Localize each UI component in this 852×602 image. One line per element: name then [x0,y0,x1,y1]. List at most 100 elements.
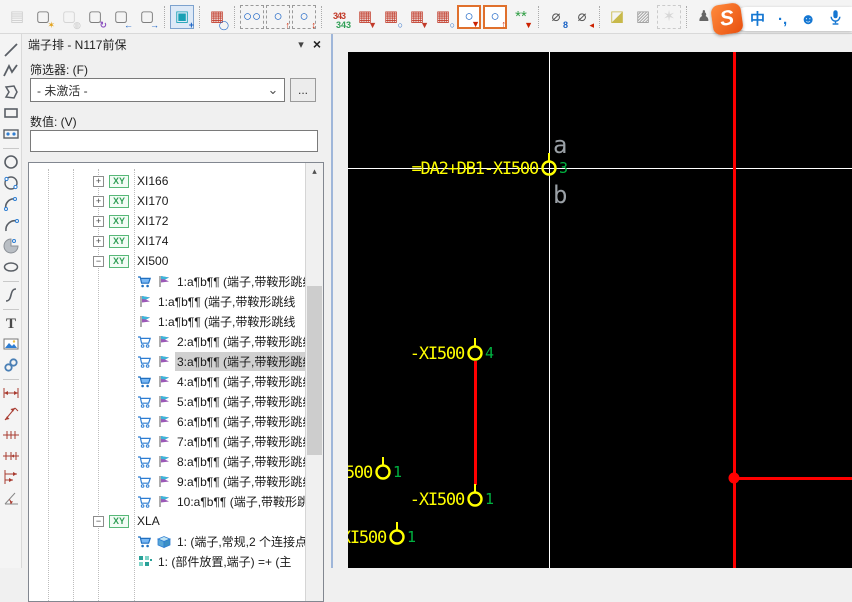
cart-icon [137,454,153,469]
tree-item[interactable]: 1:a¶b¶¶ (端子,带鞍形跳线 [29,291,306,311]
draw-sector-icon[interactable] [1,236,21,256]
filter-table-red-icon-badge: ▼ [368,21,377,30]
filter-dropdown[interactable]: - 未激活 - ⌄ [30,78,285,102]
schematic-canvas[interactable]: =DA2+DB1-XI5003ab-XI5004-XI5001-XI5001-X… [348,52,852,568]
ime-mic-icon[interactable] [829,9,842,29]
collapse-toggle-icon[interactable]: − [93,516,104,527]
tree-group-XLA[interactable]: −XYXLA [29,511,306,531]
tree-group-XI174[interactable]: +XYXI174 [29,231,306,251]
draw-dim-aligned-icon[interactable] [1,404,21,424]
draw-line-icon[interactable] [1,40,21,60]
collapse-toggle-icon[interactable]: − [93,256,104,267]
draw-text-icon[interactable]: T [1,313,21,333]
draw-rectangle-icon[interactable] [1,103,21,123]
draw-arc-icon[interactable] [1,215,21,235]
jumper-filter-icon-badge: ▼ [524,21,533,30]
terminal-funnel-toggle-icon[interactable]: ○▼ [457,5,481,29]
draw-image-icon[interactable] [1,334,21,354]
tree-item[interactable]: 4:a¶b¶¶ (端子,带鞍形跳线 [29,371,306,391]
corner-fill-icon[interactable]: ◪ [605,5,629,29]
tree-item[interactable]: 1:a¶b¶¶ (端子,带鞍形跳线 [29,311,306,331]
filter-table-blue-icon[interactable]: ▦○ [431,5,455,29]
page-back-icon[interactable]: ▢← [109,5,133,29]
filter-browse-button[interactable]: ... [290,78,316,102]
tree-group-XI172[interactable]: +XYXI172 [29,211,306,231]
copy-pages-icon[interactable]: ▤ [5,5,29,29]
tree-item[interactable]: 7:a¶b¶¶ (端子,带鞍形跳线 [29,431,306,451]
terminal-strip-icon: XY [109,195,129,208]
tree-group-XI500[interactable]: −XYXI500 [29,251,306,271]
value-input[interactable] [30,130,318,152]
tree-item[interactable]: 3:a¶b¶¶ (端子,带鞍形跳线 [29,351,306,371]
ime-mode-toggle[interactable]: 中 [750,12,765,27]
ime-punct-toggle[interactable]: ·, [778,12,787,27]
draw-dim-baseline-icon[interactable] [1,467,21,487]
tree-item[interactable]: 5:a¶b¶¶ (端子,带鞍形跳线 [29,391,306,411]
new-page-icon[interactable]: ▢✶ [31,5,55,29]
scroll-up-icon[interactable]: ▴ [306,163,323,179]
tree-item[interactable]: 1: (端子,常规,2 个连接点 [29,531,306,551]
toolbar-separator [3,148,19,149]
insert-terminal-strip-icon[interactable]: ▣+ [170,5,194,29]
expand-toggle-icon[interactable]: + [93,176,104,187]
page-macro-icon[interactable]: ▢↻ [83,5,107,29]
symbol-single-icon[interactable]: ⌀◂ [570,5,594,29]
place-terminals-icon[interactable]: ○○ [240,5,264,29]
draw-spline-icon[interactable] [1,285,21,305]
tree-item[interactable]: 1:a¶b¶¶ (端子,带鞍形跳线 [29,271,306,291]
draw-arc-3pt-icon[interactable] [1,194,21,214]
terminal-strip-navigator-icon[interactable]: ▦◯ [205,5,229,29]
ime-emoji-icon[interactable]: ☻ [800,12,816,27]
expand-toggle-icon[interactable]: + [93,216,104,227]
draw-ellipse-icon[interactable] [1,257,21,277]
draw-link-icon[interactable] [1,355,21,375]
terminal-pin-both-icon[interactable]: ○↕ [292,5,316,29]
terminal-pin-number: 1 [407,528,416,546]
paste-page-icon[interactable]: ▢◍ [57,5,81,29]
terminal-pin-top-icon[interactable]: ○↑ [266,5,290,29]
scrollbar-thumb[interactable] [307,286,322,455]
group-label: XLA [135,513,162,529]
tree-item[interactable]: 1: (部件放置,端子) =+ (主 [29,551,306,571]
chevron-down-icon: ⌄ [262,82,284,98]
panel-close-icon[interactable]: × [309,36,325,52]
terminal-strip-icon: XY [109,175,129,188]
draw-circle-2pt-icon[interactable] [1,173,21,193]
tree-group-XI170[interactable]: +XYXI170 [29,191,306,211]
value-label: 数值: (V) [30,113,77,130]
filter-table-circle-icon[interactable]: ▦○ [379,5,403,29]
terminal-arrow-toggle-icon-badge: ↑ [502,20,507,29]
draw-polygon-icon[interactable] [1,82,21,102]
draw-dim-angle-icon[interactable] [1,488,21,508]
jumper-filter-icon[interactable]: **▼ [509,5,533,29]
page-forward-icon[interactable]: ▢→ [135,5,159,29]
symbol-multi-icon[interactable]: ⌀8 [544,5,568,29]
tree-item[interactable]: 2:a¶b¶¶ (端子,带鞍形跳线 [29,331,306,351]
draw-polyline-icon[interactable] [1,61,21,81]
tree-group-XI166[interactable]: +XYXI166 [29,171,306,191]
tree-scrollbar[interactable]: ▴ [305,163,323,601]
tree-item[interactable]: 9:a¶b¶¶ (端子,带鞍形跳线 [29,471,306,491]
expand-toggle-icon[interactable]: + [93,196,104,207]
draw-dim-chain-icon[interactable] [1,425,21,445]
expand-toggle-icon[interactable]: + [93,236,104,247]
panel-collapse-icon[interactable]: ▾ [293,38,309,51]
terminal-arrow-toggle-icon[interactable]: ○↑ [483,5,507,29]
cart-icon [137,334,153,349]
renumber-terminals-icon[interactable]: 343343 [327,5,351,29]
ime-bar: S 中 ·, ☻ [712,4,852,34]
tree-item[interactable]: 10:a¶b¶¶ (端子,带鞍形跳线 [29,491,306,511]
sogou-logo-icon[interactable]: S [710,2,744,36]
tree-item[interactable]: 8:a¶b¶¶ (端子,带鞍形跳线 [29,451,306,471]
star-dashed-icon[interactable]: ✶ [657,5,681,29]
terminal-label: -XI500 [410,490,465,510]
draw-circle-icon[interactable] [1,152,21,172]
draw-dim-linear-icon[interactable] [1,383,21,403]
draw-dim-chain2-icon[interactable] [1,446,21,466]
draw-rect-handles-icon[interactable] [1,124,21,144]
hatch-fill-icon[interactable]: ▨ [631,5,655,29]
toolbar-separator [599,6,600,28]
filter-table-red-icon[interactable]: ▦▼ [353,5,377,29]
filter-table-red2-icon[interactable]: ▦▼ [405,5,429,29]
tree-item[interactable]: 6:a¶b¶¶ (端子,带鞍形跳线 [29,411,306,431]
